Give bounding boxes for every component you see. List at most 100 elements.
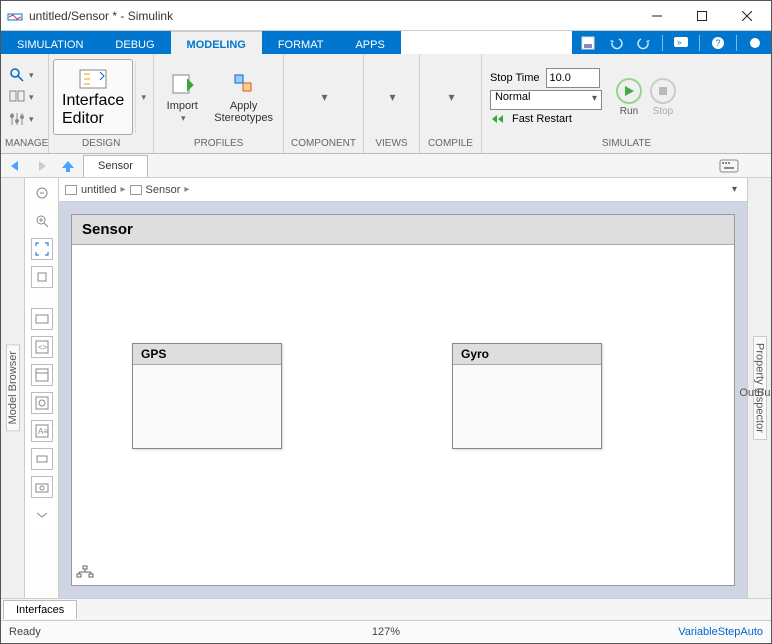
box-icon[interactable] — [31, 448, 53, 470]
model-browser-rail[interactable]: Model Browser — [1, 178, 25, 598]
maximize-button[interactable] — [679, 2, 724, 30]
status-ready: Ready — [9, 626, 41, 638]
views-dropdown[interactable]: ▾ — [367, 86, 415, 108]
save-icon[interactable] — [578, 33, 598, 53]
tab-interfaces[interactable]: Interfaces — [3, 600, 77, 619]
find-icon[interactable]: ▾ — [9, 66, 35, 84]
fast-restart-label[interactable]: Fast Restart — [512, 113, 572, 125]
nav-forward-icon[interactable] — [31, 156, 53, 176]
model-browser-label: Model Browser — [6, 344, 20, 431]
status-zoom[interactable]: 127% — [372, 626, 400, 638]
image-icon[interactable] — [31, 364, 53, 386]
outport-outbus[interactable]: OutBus — [739, 385, 772, 401]
outport-label: OutBus — [739, 387, 772, 399]
titlebar: untitled/Sensor * - Simulink — [1, 1, 771, 31]
breadcrumb-root-label: untitled — [81, 184, 116, 196]
import-label: Import — [167, 100, 198, 112]
zoom-in-icon[interactable] — [31, 210, 53, 232]
stop-label: Stop — [653, 106, 674, 117]
block-gps-label: GPS — [133, 344, 281, 365]
apply-stereotypes-label: Apply Stereotypes — [214, 100, 273, 124]
tab-modeling[interactable]: MODELING — [171, 31, 262, 54]
canvas-palette: <> A≡ — [25, 178, 59, 598]
status-bar: Ready 127% VariableStepAuto — [1, 620, 771, 642]
stop-time-label: Stop Time — [490, 72, 540, 84]
undo-icon[interactable] — [606, 33, 626, 53]
block-gps[interactable]: GPS — [132, 343, 282, 449]
breadcrumb-dropdown-icon[interactable]: ▾ — [732, 184, 737, 195]
close-button[interactable] — [724, 2, 769, 30]
simulation-mode-value: Normal — [495, 91, 530, 103]
tab-apps[interactable]: APPS — [339, 31, 400, 54]
breadcrumb: untitled ▸ Sensor ▸ ▾ — [59, 178, 747, 202]
svg-text:»: » — [677, 38, 682, 47]
interface-editor-button[interactable]: Interface Editor — [53, 59, 133, 135]
quick-access-toolbar: » ? — [572, 31, 771, 54]
breadcrumb-root[interactable]: untitled — [65, 184, 116, 196]
subsystem-icon — [130, 185, 142, 195]
block-gyro[interactable]: Gyro — [452, 343, 602, 449]
stop-time-input[interactable] — [546, 68, 600, 88]
tab-format[interactable]: FORMAT — [262, 31, 340, 54]
ribbon-group-compile-label: COMPILE — [424, 138, 477, 151]
svg-text:A≡: A≡ — [38, 427, 48, 436]
tune-icon[interactable]: ▾ — [9, 110, 35, 128]
fit-to-view-icon[interactable] — [31, 238, 53, 260]
simulink-app-icon — [7, 8, 23, 24]
viewmark-icon[interactable] — [31, 392, 53, 414]
svg-text:<>: <> — [38, 343, 48, 352]
import-button[interactable]: Import ▾ — [158, 66, 206, 127]
annotation-icon[interactable] — [31, 308, 53, 330]
hide-browser-icon[interactable] — [31, 182, 53, 204]
redo-icon[interactable] — [634, 33, 654, 53]
nav-up-icon[interactable] — [57, 156, 79, 176]
tab-debug[interactable]: DEBUG — [99, 31, 170, 54]
text-icon[interactable]: A≡ — [31, 420, 53, 442]
svg-text:?: ? — [716, 38, 721, 48]
zoom-normal-icon[interactable] — [31, 266, 53, 288]
run-label: Run — [620, 106, 638, 117]
ribbon-tabstrip: SIMULATION DEBUG MODELING FORMAT APPS » … — [1, 31, 771, 54]
hierarchy-icon[interactable] — [76, 565, 96, 581]
keyboard-icon[interactable] — [719, 159, 739, 173]
window-title: untitled/Sensor * - Simulink — [29, 9, 634, 23]
nav-tab-sensor[interactable]: Sensor — [83, 155, 148, 177]
interface-editor-icon — [78, 66, 108, 92]
nav-back-icon[interactable] — [5, 156, 27, 176]
bottom-tabs: Interfaces — [1, 598, 771, 620]
breadcrumb-sensor[interactable]: Sensor — [130, 184, 181, 196]
block-gyro-label: Gyro — [453, 344, 601, 365]
chevron-right-icon[interactable]: ▸ — [120, 184, 125, 195]
area-icon[interactable]: <> — [31, 336, 53, 358]
compare-icon[interactable]: ▾ — [9, 88, 35, 106]
canvas-title: Sensor — [72, 215, 734, 245]
fullscreen-icon[interactable] — [745, 33, 765, 53]
component-dropdown[interactable]: ▾ — [299, 86, 347, 108]
ribbon-group-profiles-label: PROFILES — [158, 138, 279, 151]
ribbon-group-views-label: VIEWS — [368, 138, 415, 151]
import-icon — [168, 70, 196, 98]
compile-dropdown[interactable]: ▾ — [426, 86, 474, 108]
ribbon-group-simulate-label: SIMULATE — [486, 138, 767, 151]
run-button[interactable]: Run — [616, 78, 642, 117]
fast-restart-icon[interactable] — [490, 112, 506, 126]
ribbon-group-design-label: DESIGN — [53, 138, 149, 151]
interface-editor-label: Interface Editor — [62, 92, 124, 128]
model-canvas[interactable]: Sensor GPS Gyro OutBus — [71, 214, 735, 586]
palette-more-icon[interactable] — [31, 504, 53, 526]
tab-interfaces-label: Interfaces — [16, 604, 64, 616]
design-gallery-dropdown[interactable]: ▾ — [135, 61, 149, 133]
ribbon: ▾ ▾ ▾ MANAGE Interface Editor ▾ DESIGN I… — [1, 54, 771, 154]
minimize-button[interactable] — [634, 2, 679, 30]
status-solver[interactable]: VariableStepAuto — [678, 626, 763, 638]
help-icon[interactable]: ? — [708, 33, 728, 53]
simulation-mode-select[interactable]: Normal — [490, 90, 602, 110]
nav-tab-label: Sensor — [98, 160, 133, 172]
chevron-right-icon[interactable]: ▸ — [184, 184, 189, 195]
screenshot-icon[interactable] — [31, 476, 53, 498]
apply-stereotypes-button[interactable]: Apply Stereotypes — [208, 66, 279, 128]
tab-simulation[interactable]: SIMULATION — [1, 31, 99, 54]
shortcuts-icon[interactable]: » — [671, 33, 691, 53]
stop-button[interactable]: Stop — [650, 78, 676, 117]
ribbon-group-component-label: COMPONENT — [288, 138, 359, 151]
